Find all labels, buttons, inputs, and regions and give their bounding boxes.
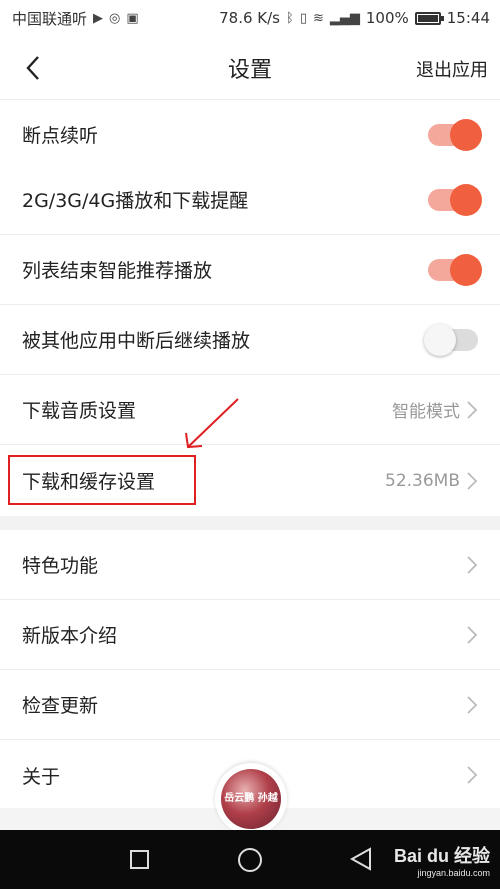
chevron-right-icon [467,471,478,490]
chevron-right-icon [467,766,478,784]
app-icon: ▣ [126,10,139,26]
status-left: 中国联通听 ▶ ◎ ▣ [12,8,139,29]
setting-label: 特色功能 [22,555,99,577]
setting-label: 下载音质设置 [22,400,137,422]
chevron-right-icon [467,695,478,714]
setting-label: 新版本介绍 [22,625,118,647]
battery-icon [414,11,444,25]
back-button[interactable] [18,52,48,84]
status-right: 78.6 K/s ᛒ ▯ ≋ ▂▄▆ 100% 15:44 [219,9,490,27]
wifi-icon: ≋ [312,10,324,26]
baidu-jingyan-watermark: Bai du 经验 jingyan.baidu.com [394,842,490,878]
signal-icon: ▂▄▆ [329,10,360,26]
watermark-sub: jingyan.baidu.com [417,868,490,878]
setting-download-cache[interactable]: 下载和缓存设置 52.36MB [0,445,500,516]
chevron-left-icon [26,56,39,80]
section-divider [0,516,500,530]
status-bar: 中国联通听 ▶ ◎ ▣ 78.6 K/s ᛒ ▯ ≋ ▂▄▆ 100% 15:4… [0,0,500,36]
exit-app-button[interactable]: 退出应用 [416,56,488,82]
chevron-right-icon [467,555,478,574]
cache-size-value: 52.36MB [385,470,460,491]
battery-percent: 100% [365,9,409,27]
setting-label: 下载和缓存设置 [22,471,156,493]
setting-label: 关于 [22,765,61,788]
setting-whats-new[interactable]: 新版本介绍 [0,600,500,670]
setting-label: 2G/3G/4G播放和下载提醒 [22,190,249,212]
setting-download-quality[interactable]: 下载音质设置 智能模式 [0,375,500,445]
setting-resume-playback[interactable]: 断点续听 [0,100,500,170]
setting-mobile-data-alert[interactable]: 2G/3G/4G播放和下载提醒 [0,165,500,235]
row-right: 52.36MB [385,471,478,491]
page-title: 设置 [227,57,272,83]
header: 设置 退出应用 [0,36,500,100]
carrier-label: 中国联通听 [12,9,88,28]
download-quality-value: 智能模式 [392,402,460,422]
continue-after-interrupt-toggle[interactable] [424,323,478,356]
back-triangle-icon[interactable] [350,847,372,871]
network-speed: 78.6 K/s [219,9,280,27]
clock: 15:44 [446,9,490,27]
circle-icon: ◎ [109,10,121,26]
resume-playback-toggle[interactable] [428,118,482,151]
watermark-brand: Bai du 经验 [393,846,490,866]
setting-smart-recommend[interactable]: 列表结束智能推荐播放 [0,235,500,305]
chevron-right-icon [467,400,478,419]
mini-player-button[interactable]: 岳云鹏 孙越 [215,763,287,835]
bluetooth-icon: ᛒ [286,10,294,26]
system-nav-bar: Bai du 经验 jingyan.baidu.com [0,830,500,889]
play-icon: ▶ [93,10,104,26]
setting-label: 检查更新 [22,695,99,717]
setting-continue-after-interrupt[interactable]: 被其他应用中断后继续播放 [0,305,500,375]
setting-label: 列表结束智能推荐播放 [22,260,213,282]
vibrate-icon: ▯ [299,10,307,26]
row-right: 智能模式 [392,397,478,422]
recents-button[interactable] [130,850,149,869]
setting-label: 断点续听 [22,125,99,147]
home-button[interactable] [238,848,262,872]
setting-check-update[interactable]: 检查更新 [0,670,500,740]
setting-featured-functions[interactable]: 特色功能 [0,530,500,600]
album-cover: 岳云鹏 孙越 [221,769,281,829]
chevron-right-icon [467,625,478,644]
mobile-data-alert-toggle[interactable] [428,183,482,216]
setting-label: 被其他应用中断后继续播放 [22,330,251,352]
smart-recommend-toggle[interactable] [428,253,482,286]
